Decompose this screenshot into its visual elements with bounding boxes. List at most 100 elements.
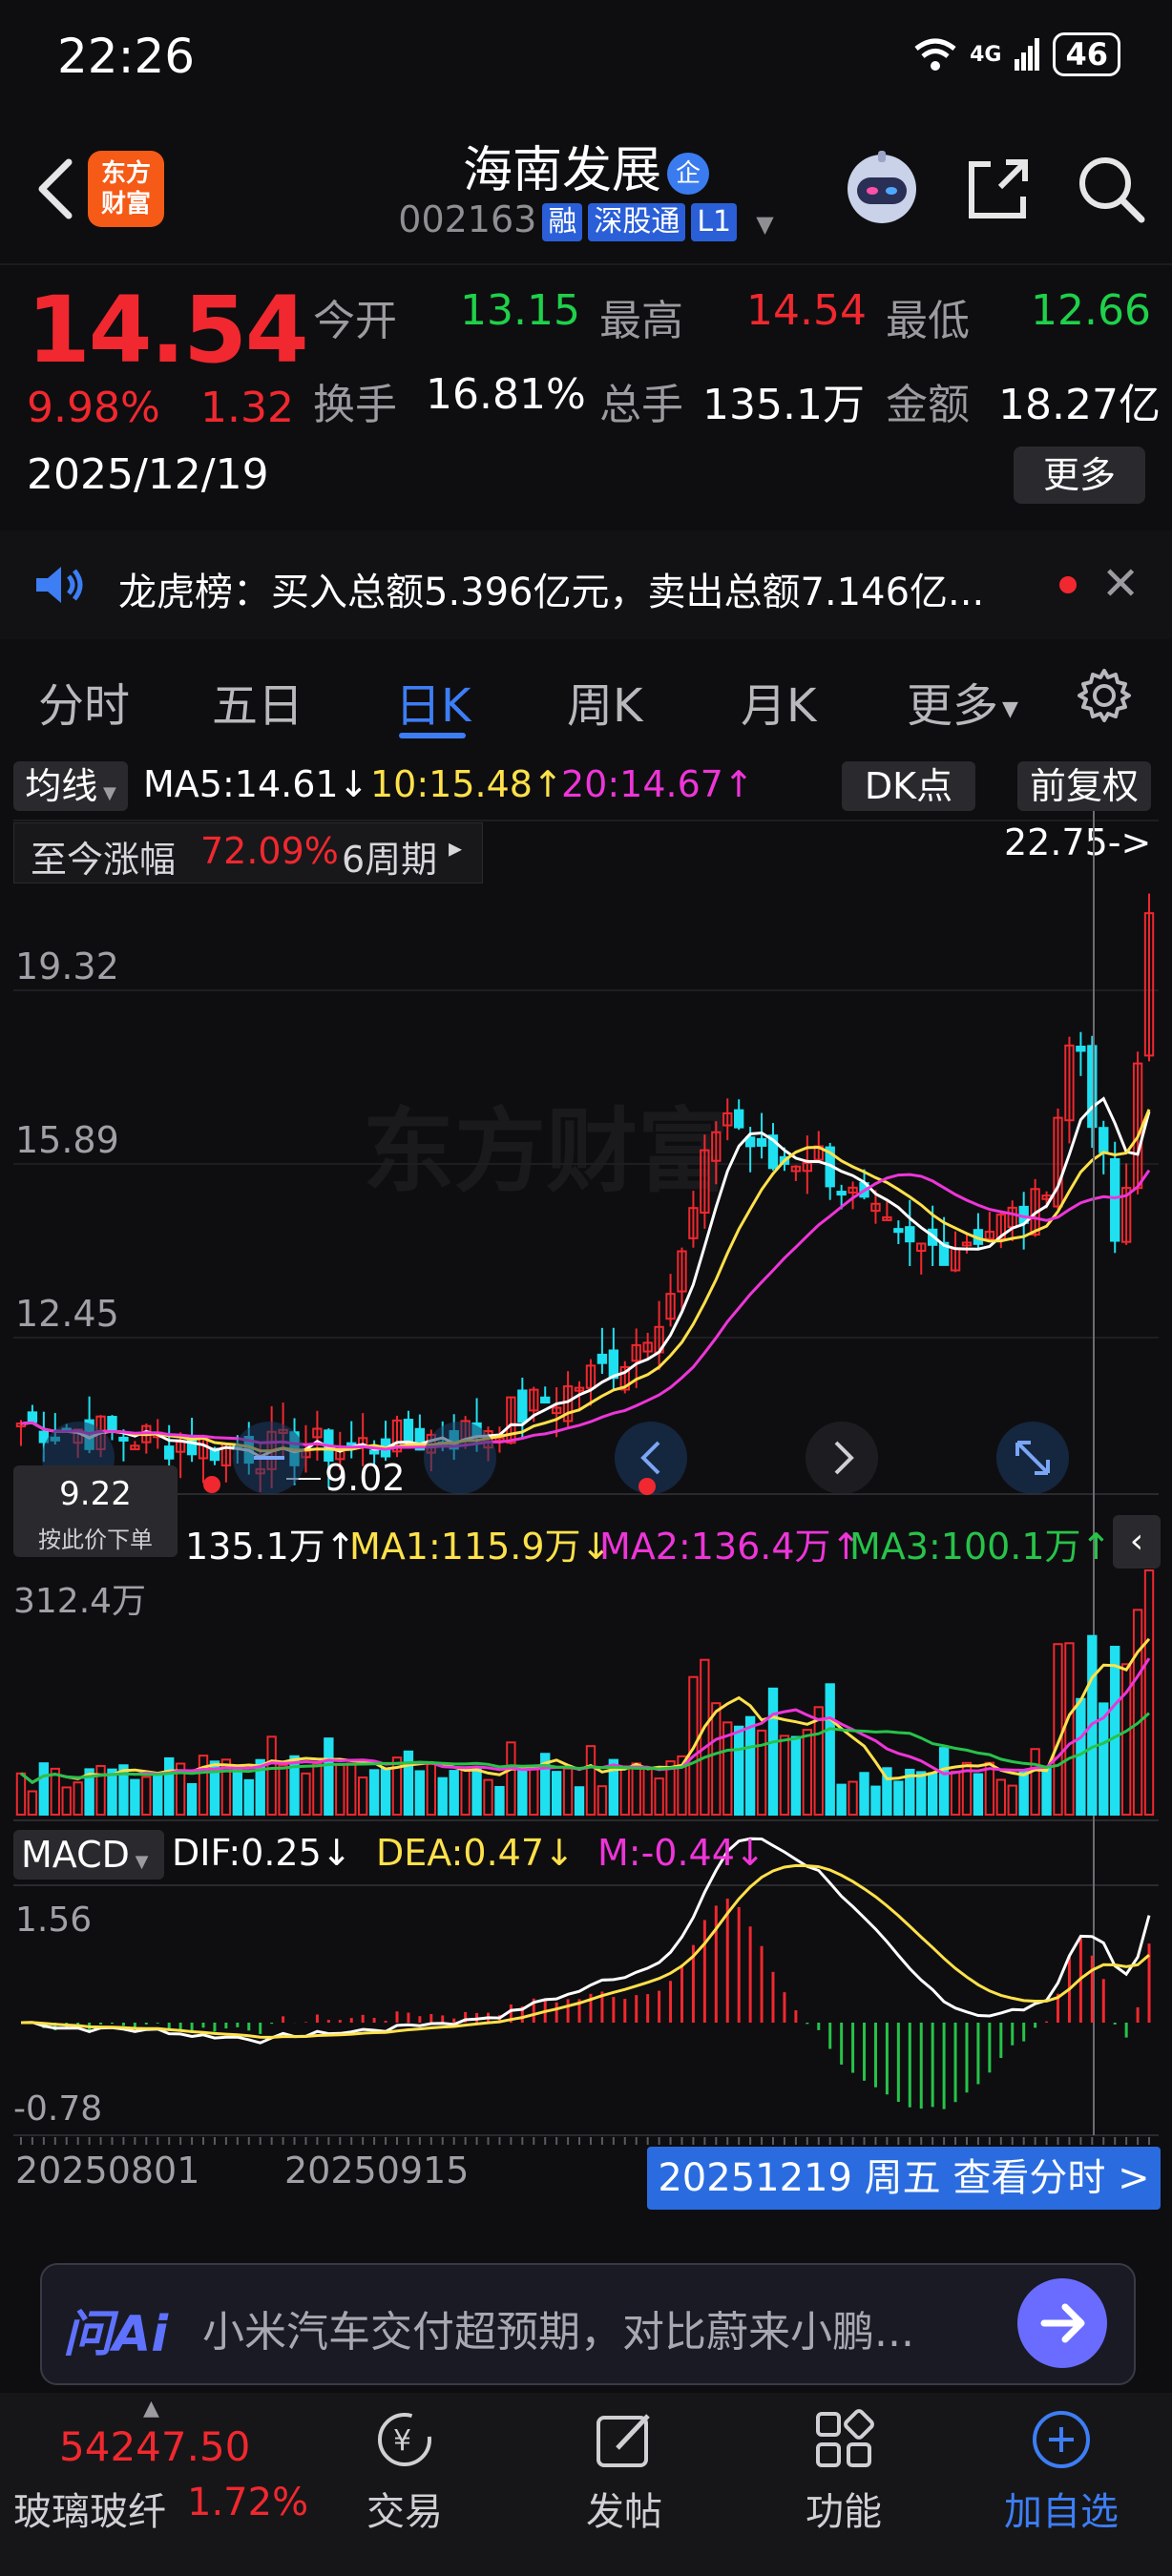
chevron-down-icon: ▼ <box>756 211 774 238</box>
volume-value: 135.1万↑ <box>185 1526 356 1568</box>
nav-add-watchlist[interactable]: 加自选 <box>985 2404 1138 2536</box>
candle-body <box>368 1449 380 1455</box>
order-hint: 按此价下单 <box>38 1527 153 1553</box>
price-tick-2: 15.89 <box>15 1119 119 1161</box>
search-icon[interactable] <box>1073 151 1149 227</box>
price-tick-3: 12.45 <box>15 1293 119 1335</box>
grid-icon <box>816 2409 874 2467</box>
m-value: M:-0.44↓ <box>597 1832 765 1874</box>
candle-body <box>1087 1045 1098 1129</box>
price-tick-1: 19.32 <box>15 945 119 987</box>
volume-bar <box>585 1745 596 1816</box>
change-percent: 9.98% <box>27 384 160 432</box>
vol-ma3-line <box>20 1712 1150 1785</box>
volume-bar <box>312 1762 323 1816</box>
volume-bar <box>1064 1642 1075 1817</box>
tab-five-day[interactable]: 五日 <box>212 668 303 735</box>
volume-bar <box>164 1756 175 1816</box>
amount-value: 18.27亿 <box>998 381 1161 429</box>
candle-body <box>1076 1046 1086 1052</box>
volume-bar <box>426 1763 436 1816</box>
volume-bar <box>346 1762 357 1816</box>
high-marker: 22.75-> <box>1004 821 1151 863</box>
change-amount: 1.32 <box>200 384 294 432</box>
volume-bar <box>437 1776 448 1817</box>
event-dot <box>203 1476 220 1493</box>
macd-histogram <box>31 1899 1151 2109</box>
volume-bar <box>802 1729 813 1817</box>
candle-body <box>1110 1157 1120 1242</box>
volume-bar <box>631 1762 641 1817</box>
candle-body <box>540 1396 551 1404</box>
cursor-price: 9.22 <box>59 1475 132 1513</box>
tab-intraday[interactable]: 分时 <box>38 668 130 735</box>
ai-robot-icon[interactable] <box>840 145 924 229</box>
volume-bar <box>938 1747 950 1817</box>
volume-label: 总手 <box>599 381 683 429</box>
volume-bar <box>529 1765 539 1816</box>
nav-functions[interactable]: 功能 <box>767 2404 920 2536</box>
chevron-down-icon: ▼ <box>129 1852 149 1872</box>
caret-up-icon: ▲ <box>143 2397 159 2420</box>
zoom-in-circle[interactable] <box>424 1422 496 1494</box>
volume-bar <box>836 1783 847 1816</box>
sector-index-value[interactable]: 54247.50 <box>59 2423 250 2470</box>
stock-code: 002163 <box>398 198 537 240</box>
unread-dot <box>1059 576 1077 593</box>
volume-bar <box>779 1735 790 1816</box>
collapse-panel-button[interactable]: ‹ <box>1113 1515 1161 1568</box>
quote-date: 2025/12/19 <box>27 450 269 499</box>
nav-trade[interactable]: ¥ 交易 <box>328 2404 481 2536</box>
volume-max-label: 312.4万 <box>13 1582 146 1621</box>
volume-bar <box>1041 1765 1052 1817</box>
vol-ma2-line <box>20 1657 1151 1785</box>
nav-post-label: 发帖 <box>586 2490 662 2534</box>
volume-bar <box>995 1778 1006 1816</box>
close-icon[interactable]: ✕ <box>1101 557 1140 611</box>
nav-post[interactable]: 发帖 <box>548 2404 701 2536</box>
low-label: 最低 <box>886 297 970 345</box>
signal-icon <box>1015 38 1040 71</box>
volume-bar <box>859 1772 869 1816</box>
arrow-right-icon <box>1040 2303 1085 2343</box>
ai-send-button[interactable] <box>1017 2278 1107 2368</box>
more-quote-button[interactable]: 更多 <box>1014 447 1145 504</box>
volume-bar <box>1076 1697 1086 1817</box>
macd-bottom-label: -0.78 <box>13 2089 102 2129</box>
volume-bar <box>414 1770 426 1816</box>
tag-margin: 融 <box>542 202 583 241</box>
share-icon[interactable] <box>962 153 1035 225</box>
low-value: 12.66 <box>1031 286 1151 335</box>
gear-icon[interactable] <box>1077 668 1132 723</box>
view-intraday-button[interactable]: 20251219 周五 查看分时 > <box>647 2147 1161 2210</box>
volume-bar <box>551 1771 562 1817</box>
macd-top-label: 1.56 <box>15 1901 92 1940</box>
tab-daily-k[interactable]: 日K <box>395 668 471 735</box>
volume-bar <box>790 1735 802 1816</box>
volume-bar <box>266 1735 277 1817</box>
tag-connect: 深股通 <box>588 202 686 241</box>
yen-circle-icon: ¥ <box>378 2413 431 2466</box>
next-circle[interactable] <box>806 1422 878 1494</box>
volume-bar <box>73 1781 83 1816</box>
tab-more[interactable]: 更多 ▼ <box>907 668 1018 735</box>
tab-monthly-k[interactable]: 月K <box>741 668 816 735</box>
high-label: 最高 <box>599 297 683 345</box>
vol-ma1-line <box>20 1637 1151 1785</box>
volume-bar <box>642 1766 653 1816</box>
volume-bar <box>767 1687 779 1816</box>
indicator-selector[interactable]: MACD ▼ <box>13 1830 164 1880</box>
volume-value: 135.1万 <box>702 381 865 429</box>
turnover-label: 换手 <box>313 381 397 429</box>
candle-body <box>734 1109 744 1129</box>
enterprise-badge: 企 <box>667 153 709 195</box>
volume-bar <box>335 1763 345 1816</box>
volume-bar <box>141 1776 152 1817</box>
dif-value: DIF:0.25↓ <box>172 1832 352 1874</box>
sector-name[interactable]: 玻璃玻纤 <box>13 2481 166 2536</box>
volume-bar <box>130 1778 140 1816</box>
candle-body <box>836 1191 847 1196</box>
tab-weekly-k[interactable]: 周K <box>567 668 642 735</box>
sector-change: 1.72% <box>187 2481 309 2524</box>
candle-body <box>756 1137 767 1147</box>
